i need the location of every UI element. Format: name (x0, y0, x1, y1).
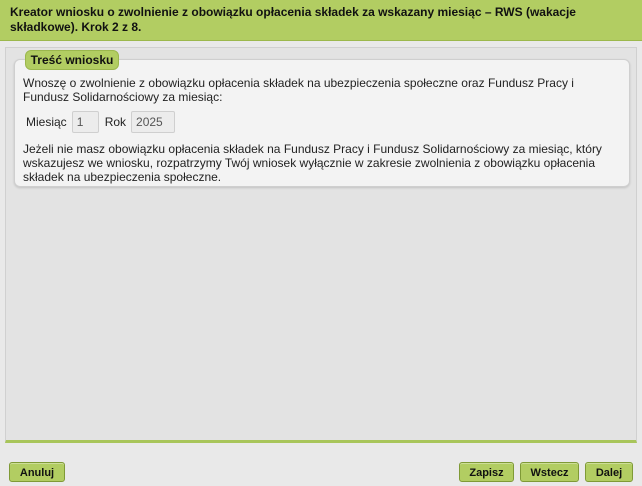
month-field[interactable]: 1 (71, 111, 99, 133)
wizard-header: Kreator wniosku o zwolnienie z obowiązku… (0, 0, 642, 41)
period-row: Miesiąc 1 Rok 2025 (26, 110, 176, 134)
section-legend: Treść wniosku (25, 50, 119, 70)
request-intro-text: Wnoszę o zwolnienie z obowiązku opłaceni… (23, 76, 574, 104)
year-field[interactable]: 2025 (131, 111, 176, 133)
request-content-section: Treść wniosku Wnoszę o zwolnienie z obow… (14, 50, 630, 187)
wizard-title: Kreator wniosku o zwolnienie z obowiązku… (10, 5, 576, 34)
request-note-text: Jeżeli nie masz obowiązku opłacenia skła… (23, 142, 602, 184)
cancel-button[interactable]: Anuluj (9, 462, 65, 482)
next-button[interactable]: Dalej (585, 462, 633, 482)
main-panel: Treść wniosku Wnoszę o zwolnienie z obow… (5, 47, 637, 443)
back-button[interactable]: Wstecz (520, 462, 579, 482)
save-button[interactable]: Zapisz (459, 462, 514, 482)
month-label: Miesiąc (26, 115, 67, 129)
year-label: Rok (104, 115, 127, 129)
